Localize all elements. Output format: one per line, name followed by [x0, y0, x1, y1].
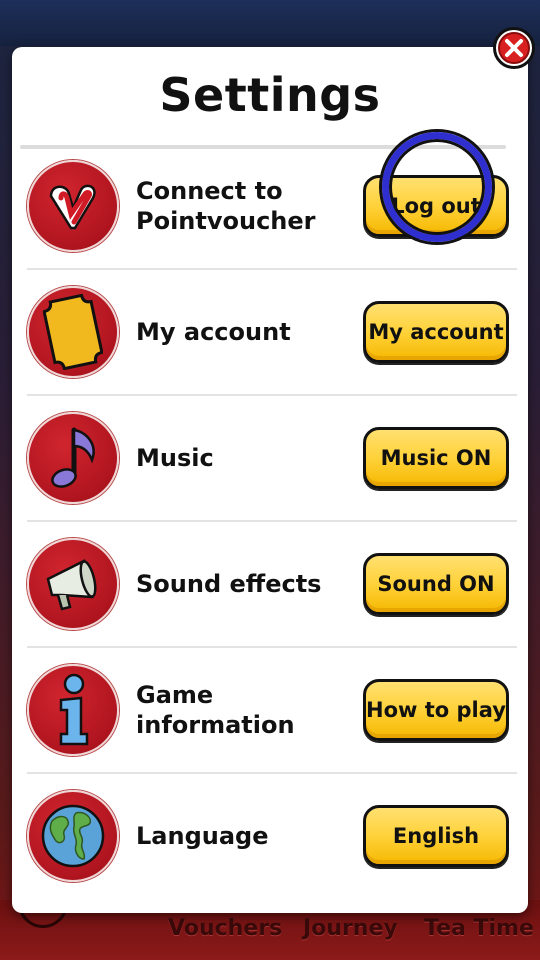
background-nav-tea-time: Tea Time	[424, 916, 534, 941]
setting-row-language: Language English	[27, 774, 517, 900]
sound-toggle-button[interactable]: Sound ON	[363, 553, 509, 615]
music-note-icon	[27, 412, 119, 504]
pointvoucher-logo-icon	[27, 160, 119, 252]
setting-row-sound: Sound effects Sound ON	[27, 522, 517, 648]
background-header	[0, 0, 540, 46]
page-title: Settings	[159, 68, 381, 122]
setting-row-connect: Connect to Pointvoucher Log out	[27, 132, 517, 270]
close-button[interactable]	[493, 27, 535, 69]
globe-icon	[27, 790, 119, 882]
setting-row-game-info: Game information How to play	[27, 648, 517, 774]
setting-label-account: My account	[136, 318, 291, 346]
setting-row-account: My account My account	[27, 270, 517, 396]
info-icon	[27, 664, 119, 756]
background-nav-journey: Journey	[303, 916, 398, 941]
setting-label-game-info: Game information	[136, 681, 295, 739]
setting-label-language: Language	[136, 822, 269, 850]
log-out-button[interactable]: Log out	[363, 175, 509, 237]
my-account-button[interactable]: My account	[363, 301, 509, 363]
music-toggle-button[interactable]: Music ON	[363, 427, 509, 489]
setting-row-music: Music Music ON	[27, 396, 517, 522]
setting-label-music: Music	[136, 444, 214, 472]
close-icon	[498, 32, 530, 64]
language-button[interactable]: English	[363, 805, 509, 867]
ticket-icon	[27, 286, 119, 378]
background-nav-vouchers: Vouchers	[168, 916, 283, 941]
megaphone-icon	[27, 538, 119, 630]
setting-label-sound: Sound effects	[136, 570, 322, 598]
setting-label-connect: Connect to Pointvoucher	[136, 177, 316, 235]
how-to-play-button[interactable]: How to play	[363, 679, 509, 741]
